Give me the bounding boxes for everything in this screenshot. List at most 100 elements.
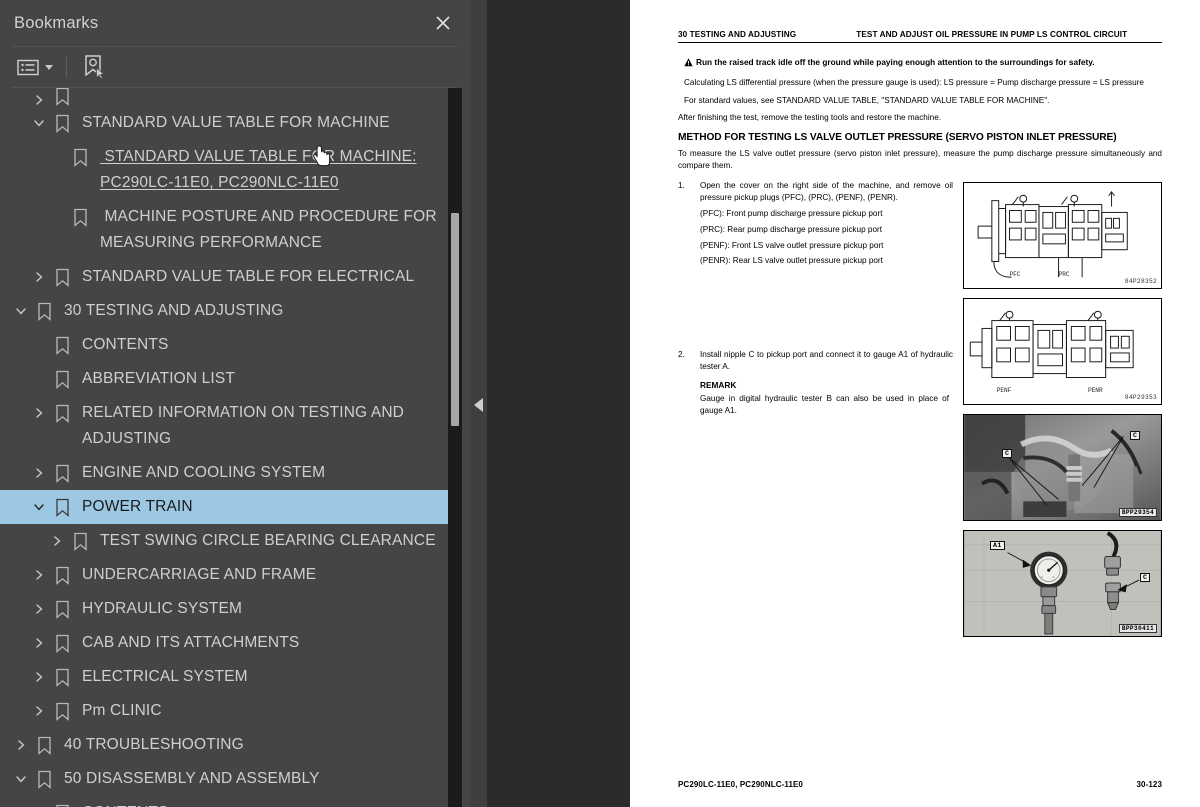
bookmark-arrow-placeholder bbox=[28, 332, 50, 358]
bookmark-icon bbox=[37, 736, 51, 755]
bookmark-toggle-testing-adjusting[interactable] bbox=[10, 298, 32, 324]
bookmark-toggle-power-train[interactable] bbox=[28, 494, 50, 520]
chevron-down-icon bbox=[34, 120, 44, 127]
bookmark-item-abbreviation-list[interactable]: ABBREVIATION LIST bbox=[0, 362, 453, 396]
bookmark-item-engine-cooling[interactable]: ENGINE AND COOLING SYSTEM bbox=[0, 456, 453, 490]
bookmark-options-button[interactable] bbox=[14, 53, 56, 81]
bookmark-item-contents-50[interactable]: CONTENTS bbox=[0, 796, 453, 807]
bookmark-icon bbox=[37, 770, 51, 789]
bookmarks-toolbar bbox=[0, 47, 470, 87]
header-topic-label: TEST AND ADJUST OIL PRESSURE IN PUMP LS … bbox=[856, 30, 1128, 39]
bookmark-icon-wrap bbox=[50, 366, 74, 392]
bookmark-item-electrical-system[interactable]: ELECTRICAL SYSTEM bbox=[0, 660, 453, 694]
bookmark-item-undercarriage-frame[interactable]: UNDERCARRIAGE AND FRAME bbox=[0, 558, 453, 592]
bookmark-icon-wrap bbox=[68, 144, 92, 170]
bookmark-icon bbox=[55, 634, 69, 653]
bookmark-icon bbox=[55, 566, 69, 585]
bookmark-label: STANDARD VALUE TABLE FOR MACHINE bbox=[82, 114, 390, 131]
bookmark-item-std-value-machine-models[interactable]: STANDARD VALUE TABLE FOR MACHINE: PC290L… bbox=[0, 140, 453, 200]
bookmark-item-std-value-electrical[interactable]: STANDARD VALUE TABLE FOR ELECTRICAL bbox=[0, 260, 453, 294]
bookmark-item-machine-posture[interactable]: MACHINE POSTURE AND PROCEDURE FOR MEASUR… bbox=[0, 200, 453, 260]
close-panel-button[interactable] bbox=[430, 10, 456, 36]
step-1-subline-prc: (PRC): Rear pump discharge pressure pick… bbox=[700, 225, 883, 235]
bookmark-toggle-related-information[interactable] bbox=[28, 400, 50, 426]
bookmark-toggle-undercarriage-frame[interactable] bbox=[28, 562, 50, 588]
bookmark-toggle-disassembly-assembly[interactable] bbox=[10, 766, 32, 792]
chevron-down-icon bbox=[16, 776, 26, 783]
page-body: Run the raised track idle off the ground… bbox=[630, 43, 1200, 638]
bookmark-item-test-swing-circle[interactable]: TEST SWING CIRCLE BEARING CLEARANCE bbox=[0, 524, 453, 558]
bookmark-icon bbox=[37, 302, 51, 321]
chevron-right-icon bbox=[18, 740, 25, 750]
bookmark-toggle-electrical-system[interactable] bbox=[28, 664, 50, 690]
collapse-panel-button[interactable] bbox=[473, 397, 484, 413]
bookmark-toggle-partial-top[interactable] bbox=[28, 90, 50, 106]
chevron-down-icon bbox=[45, 64, 53, 70]
bookmark-label: CONTENTS bbox=[82, 336, 169, 353]
panel-splitter[interactable] bbox=[470, 0, 487, 807]
bookmark-label: CAB AND ITS ATTACHMENTS bbox=[82, 634, 300, 651]
svg-text:PENF: PENF bbox=[997, 387, 1012, 394]
bookmark-item-contents-30[interactable]: CONTENTS bbox=[0, 328, 453, 362]
chevron-down-icon bbox=[34, 504, 44, 511]
bookmarks-tree-container: STANDARD VALUE TABLE FOR MACHINE STANDAR… bbox=[0, 88, 470, 807]
pdf-reader-window: Bookmarks STANDARD VALUE TABLE FOR MACHI… bbox=[0, 0, 1200, 807]
bookmark-icon-wrap bbox=[50, 110, 74, 136]
bookmark-toggle-cab-attachments[interactable] bbox=[28, 630, 50, 656]
bookmark-label: RELATED INFORMATION ON TESTING AND ADJUS… bbox=[82, 404, 405, 447]
bookmark-icon bbox=[73, 148, 87, 167]
step-1-text: Open the cover on the right side of the … bbox=[700, 181, 953, 202]
bookmark-item-cab-attachments[interactable]: CAB AND ITS ATTACHMENTS bbox=[0, 626, 453, 660]
chevron-right-icon bbox=[36, 272, 43, 282]
new-bookmark-button[interactable] bbox=[79, 53, 109, 81]
bookmark-item-power-train[interactable]: POWER TRAIN bbox=[0, 490, 453, 524]
bookmark-icon-wrap bbox=[50, 562, 74, 588]
bookmark-item-testing-adjusting[interactable]: 30 TESTING AND ADJUSTING bbox=[0, 294, 453, 328]
figure-2-caption: 84P29353 bbox=[1124, 394, 1157, 402]
bookmark-label: Pm CLINIC bbox=[82, 702, 162, 719]
bookmark-toggle-test-swing-circle[interactable] bbox=[46, 528, 68, 554]
panel-title: Bookmarks bbox=[14, 13, 99, 32]
bookmark-item-pm-clinic[interactable]: Pm CLINIC bbox=[0, 694, 453, 728]
bookmark-item-related-information[interactable]: RELATED INFORMATION ON TESTING AND ADJUS… bbox=[0, 396, 453, 456]
bookmark-label: TEST SWING CIRCLE BEARING CLEARANCE bbox=[100, 532, 436, 549]
bookmark-toggle-std-value-machine[interactable] bbox=[28, 110, 50, 136]
chevron-right-icon bbox=[36, 604, 43, 614]
bookmark-item-partial-top[interactable] bbox=[0, 88, 453, 106]
header-section-label: 30 TESTING AND ADJUSTING bbox=[678, 30, 797, 39]
chevron-right-icon bbox=[54, 536, 61, 546]
scrollbar-thumb[interactable] bbox=[451, 213, 459, 426]
bookmark-icon-wrap bbox=[50, 664, 74, 690]
pdf-viewer[interactable]: 30 TESTING AND ADJUSTING TEST AND ADJUST… bbox=[487, 0, 1200, 807]
list-options-icon bbox=[17, 59, 39, 75]
section-heading: METHOD FOR TESTING LS VALVE OUTLET PRESS… bbox=[678, 132, 1117, 144]
bookmark-toggle-std-value-electrical[interactable] bbox=[28, 264, 50, 290]
paragraph-after-test: After finishing the test, remove the tes… bbox=[678, 112, 942, 122]
bookmark-item-disassembly-assembly[interactable]: 50 DISASSEMBLY AND ASSEMBLY bbox=[0, 762, 453, 796]
bookmark-toggle-pm-clinic[interactable] bbox=[28, 698, 50, 724]
bookmark-item-std-value-machine[interactable]: STANDARD VALUE TABLE FOR MACHINE bbox=[0, 106, 453, 140]
svg-text:PFC: PFC bbox=[1010, 271, 1021, 278]
section-intro: To measure the LS valve outlet pressure … bbox=[678, 149, 1162, 170]
bookmark-label: 40 TROUBLESHOOTING bbox=[64, 736, 244, 753]
figure-3-label-c-right: C bbox=[1130, 431, 1141, 441]
bookmark-icon-wrap bbox=[50, 264, 74, 290]
bookmark-icon-wrap bbox=[68, 528, 92, 554]
bookmark-icon bbox=[55, 404, 69, 423]
warning-triangle-icon bbox=[684, 57, 695, 70]
chevron-right-icon bbox=[36, 706, 43, 716]
bookmark-item-hydraulic-system[interactable]: HYDRAULIC SYSTEM bbox=[0, 592, 453, 626]
page-header: 30 TESTING AND ADJUSTING TEST AND ADJUST… bbox=[630, 0, 1200, 39]
bookmark-item-troubleshooting[interactable]: 40 TROUBLESHOOTING bbox=[0, 728, 453, 762]
bookmarks-tree[interactable]: STANDARD VALUE TABLE FOR MACHINE STANDAR… bbox=[0, 88, 453, 807]
chevron-right-icon bbox=[36, 95, 43, 105]
bookmark-toggle-engine-cooling[interactable] bbox=[28, 460, 50, 486]
bookmark-icon-wrap bbox=[50, 88, 74, 106]
bookmark-toggle-troubleshooting[interactable] bbox=[10, 732, 32, 758]
bookmark-toggle-hydraulic-system[interactable] bbox=[28, 596, 50, 622]
step-1-subline-penf: (PENF): Front LS valve outlet pressure p… bbox=[700, 240, 884, 250]
bookmarks-scrollbar[interactable] bbox=[448, 88, 462, 807]
step-1-subline-penr: (PENR): Rear LS valve outlet pressure pi… bbox=[700, 256, 883, 266]
bookmark-icon-wrap bbox=[50, 460, 74, 486]
chevron-right-icon bbox=[36, 468, 43, 478]
